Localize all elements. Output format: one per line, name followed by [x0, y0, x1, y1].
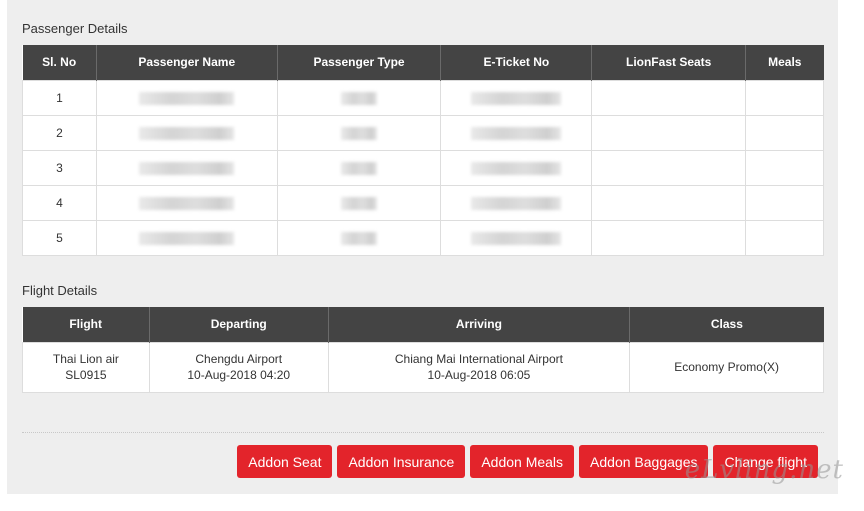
redacted-name	[139, 91, 235, 105]
sl-no-cell: 4	[22, 184, 97, 221]
arriving-airport: Chiang Mai International Airport	[394, 352, 563, 366]
eticket-cell	[440, 219, 593, 256]
flight-number: SL0915	[65, 368, 107, 382]
change-flight-button[interactable]: Change flight	[713, 445, 818, 478]
section-divider	[22, 432, 824, 433]
redacted-type	[341, 196, 378, 210]
passenger-name-cell	[95, 114, 278, 151]
col-arriving: Arriving	[328, 307, 631, 342]
col-departing: Departing	[149, 307, 329, 342]
redacted-name	[139, 231, 235, 245]
arriving-cell: Chiang Mai International Airport 10-Aug-…	[327, 341, 631, 393]
passenger-type-cell	[276, 184, 442, 221]
table-row: 4	[22, 184, 824, 221]
sl-no-cell: 3	[22, 149, 97, 186]
redacted-type	[341, 91, 378, 105]
action-buttons: Addon Seat Addon Insurance Addon Meals A…	[237, 445, 818, 478]
redacted-type	[341, 126, 378, 140]
table-row: Thai Lion air SL0915 Chengdu Airport 10-…	[22, 341, 824, 393]
col-lionfast-seats: LionFast Seats	[591, 45, 747, 80]
addon-meals-button[interactable]: Addon Meals	[470, 445, 575, 478]
departing-airport: Chengdu Airport	[195, 352, 283, 366]
meal-cell	[745, 219, 824, 256]
meal-cell	[745, 184, 824, 221]
flight-details-title: Flight Details	[22, 283, 98, 298]
redacted-ticket	[471, 231, 562, 245]
passenger-type-cell	[276, 114, 442, 151]
airline-name: Thai Lion air	[52, 352, 119, 366]
flight-cell: Thai Lion air SL0915	[22, 341, 150, 393]
col-eticket-no: E-Ticket No	[440, 45, 593, 80]
col-flight: Flight	[22, 307, 150, 342]
seat-cell	[591, 149, 747, 186]
arriving-time: 10-Aug-2018 06:05	[427, 368, 531, 382]
meal-cell	[745, 114, 824, 151]
col-class: Class	[629, 307, 824, 342]
eticket-cell	[440, 184, 593, 221]
redacted-ticket	[471, 91, 562, 105]
class-cell: Economy Promo(X)	[629, 341, 824, 393]
addon-seat-button[interactable]: Addon Seat	[237, 445, 333, 478]
meal-cell	[745, 149, 824, 186]
table-row: 1	[22, 79, 824, 116]
redacted-type	[341, 231, 378, 245]
passenger-table-header: Sl. No Passenger Name Passenger Type E-T…	[22, 45, 824, 80]
passenger-name-cell	[95, 79, 278, 116]
departing-time: 10-Aug-2018 04:20	[187, 368, 291, 382]
addon-insurance-button[interactable]: Addon Insurance	[337, 445, 466, 478]
flight-table: Flight Departing Arriving Class Thai Lio…	[22, 307, 824, 393]
sl-no-cell: 2	[22, 114, 97, 151]
addon-baggages-button[interactable]: Addon Baggages	[579, 445, 709, 478]
sl-no-cell: 1	[22, 79, 97, 116]
table-row: 5	[22, 219, 824, 256]
redacted-ticket	[471, 161, 562, 175]
flight-table-header: Flight Departing Arriving Class	[22, 307, 824, 342]
booking-panel: Passenger Details Sl. No Passenger Name …	[7, 0, 838, 494]
passenger-name-cell	[95, 184, 278, 221]
eticket-cell	[440, 114, 593, 151]
col-passenger-name: Passenger Name	[96, 45, 278, 80]
passenger-type-cell	[276, 79, 442, 116]
redacted-type	[341, 161, 378, 175]
col-meals: Meals	[745, 45, 824, 80]
meal-cell	[745, 79, 824, 116]
passenger-name-cell	[95, 219, 278, 256]
passenger-name-cell	[95, 149, 278, 186]
redacted-name	[139, 161, 235, 175]
redacted-ticket	[471, 196, 562, 210]
table-row: 3	[22, 149, 824, 186]
passenger-table: Sl. No Passenger Name Passenger Type E-T…	[22, 45, 824, 256]
eticket-cell	[440, 79, 593, 116]
table-row: 2	[22, 114, 824, 151]
eticket-cell	[440, 149, 593, 186]
sl-no-cell: 5	[22, 219, 97, 256]
departing-cell: Chengdu Airport 10-Aug-2018 04:20	[148, 341, 329, 393]
seat-cell	[591, 184, 747, 221]
seat-cell	[591, 219, 747, 256]
col-sl-no: Sl. No	[22, 45, 97, 80]
passenger-details-title: Passenger Details	[22, 21, 128, 36]
seat-cell	[591, 79, 747, 116]
passenger-type-cell	[276, 149, 442, 186]
redacted-ticket	[471, 126, 562, 140]
col-passenger-type: Passenger Type	[277, 45, 442, 80]
seat-cell	[591, 114, 747, 151]
redacted-name	[139, 196, 235, 210]
passenger-type-cell	[276, 219, 442, 256]
redacted-name	[139, 126, 235, 140]
